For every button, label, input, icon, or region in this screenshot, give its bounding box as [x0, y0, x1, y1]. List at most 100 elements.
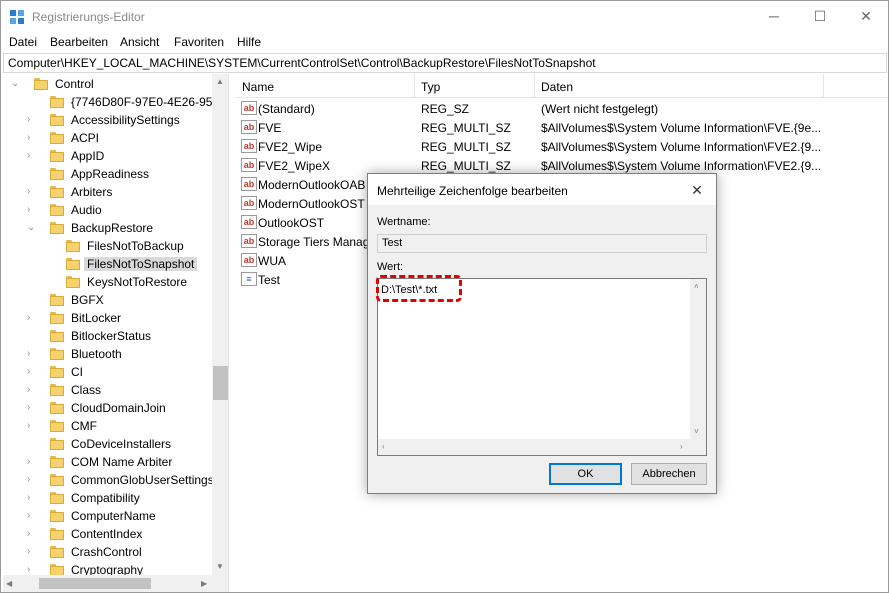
value-data-textarea[interactable]: D:\Test\*.txt ˄ ˅ ‹ ›	[377, 278, 707, 456]
expand-arrow-icon[interactable]: ›	[27, 528, 30, 539]
tree-vertical-scrollbar[interactable]: ▲ ▼	[212, 74, 228, 592]
tree-item-label: ComputerName	[71, 509, 156, 523]
tree-item-label: Bluetooth	[71, 347, 122, 361]
column-divider[interactable]	[823, 74, 824, 98]
tree-item[interactable]: › AccessibilitySettings	[3, 111, 213, 129]
tree-item-label: BitLocker	[71, 311, 122, 325]
key-tree[interactable]: ⌄ Control {7746D80F-97E0-4E26-9543 › Accessi…	[3, 74, 229, 592]
textarea-horizontal-scrollbar[interactable]: ‹ ›	[378, 439, 690, 455]
collapse-arrow-icon[interactable]: ⌄	[27, 222, 35, 233]
tree-item[interactable]: › Audio	[3, 201, 213, 219]
folder-icon	[34, 78, 48, 90]
expand-arrow-icon[interactable]: ›	[27, 492, 30, 503]
expand-arrow-icon[interactable]: ›	[27, 420, 30, 431]
textarea-vertical-scrollbar[interactable]: ˄ ˅	[690, 279, 706, 439]
tree-item[interactable]: › Arbiters	[3, 183, 213, 201]
scroll-up-icon[interactable]: ▲	[216, 77, 224, 86]
tree-item[interactable]: {7746D80F-97E0-4E26-9543	[3, 93, 226, 111]
expand-arrow-icon[interactable]: ›	[27, 186, 30, 197]
menu-bearbeiten[interactable]: Bearbeiten	[50, 35, 108, 49]
expand-arrow-icon[interactable]: ›	[27, 474, 30, 485]
expand-arrow-icon[interactable]: ›	[27, 348, 30, 359]
cancel-button[interactable]: Abbrechen	[631, 463, 707, 485]
tree-item[interactable]: › CMF	[3, 417, 213, 435]
close-button[interactable]: ✕	[843, 1, 889, 31]
scroll-right-icon[interactable]: ›	[680, 442, 683, 451]
ok-button[interactable]: OK	[549, 463, 622, 485]
value-name-cell: ModernOutlookOST	[258, 197, 365, 211]
tree-item[interactable]: AppReadiness	[3, 165, 213, 183]
folder-icon	[50, 114, 64, 126]
column-type[interactable]: Typ	[421, 80, 440, 94]
tree-horizontal-thumb[interactable]	[39, 578, 151, 589]
tree-item[interactable]: FilesNotToBackup	[3, 237, 213, 255]
tree-item[interactable]: BitlockerStatus	[3, 327, 213, 345]
tree-item[interactable]: › Bluetooth	[3, 345, 213, 363]
column-data[interactable]: Daten	[541, 80, 573, 94]
expand-arrow-icon[interactable]: ›	[27, 150, 30, 161]
tree-item[interactable]: FilesNotToSnapshot	[3, 255, 213, 273]
tree-item-label: CrashControl	[71, 545, 142, 559]
tree-item[interactable]: › ACPI	[3, 129, 213, 147]
tree-item[interactable]: KeysNotToRestore	[3, 273, 213, 291]
expand-arrow-icon[interactable]: ›	[27, 204, 30, 215]
expand-arrow-icon[interactable]: ›	[27, 366, 30, 377]
tree-item[interactable]: › CrashControl	[3, 543, 213, 561]
tree-item[interactable]: › BitLocker	[3, 309, 213, 327]
tree-item-label: FilesNotToBackup	[87, 239, 184, 253]
tree-item[interactable]: › AppID	[3, 147, 213, 165]
value-name-field: Test	[377, 234, 707, 253]
menu-ansicht[interactable]: Ansicht	[120, 35, 159, 49]
value-row[interactable]: ab (Standard) REG_SZ (Wert nicht festgelegt…	[235, 99, 888, 118]
scroll-left-icon[interactable]: ◀	[6, 579, 12, 588]
value-data-cell: (Wert nicht festgelegt)	[541, 102, 659, 116]
registry-app-icon	[10, 10, 24, 24]
tree-item[interactable]: CoDeviceInstallers	[3, 435, 213, 453]
folder-icon	[50, 420, 64, 432]
column-name[interactable]: Name	[242, 80, 274, 94]
collapse-arrow-icon[interactable]: ⌄	[11, 78, 19, 89]
tree-vertical-thumb[interactable]	[213, 366, 228, 400]
scroll-down-icon[interactable]: ˅	[694, 427, 699, 436]
tree-item-label: ACPI	[71, 131, 100, 145]
value-row[interactable]: ab FVE2_Wipe REG_MULTI_SZ $AllVolumes$\Syst…	[235, 137, 888, 156]
tree-item[interactable]: › COM Name Arbiter	[3, 453, 213, 471]
expand-arrow-icon[interactable]: ›	[27, 114, 30, 125]
tree-item-label: BitlockerStatus	[71, 329, 152, 343]
tree-item[interactable]: ⌄ Control	[3, 75, 213, 93]
scroll-up-icon[interactable]: ˄	[694, 282, 699, 291]
column-divider[interactable]	[414, 74, 415, 98]
tree-item[interactable]: › CloudDomainJoin	[3, 399, 213, 417]
column-divider[interactable]	[534, 74, 535, 98]
title-bar[interactable]: Registrierungs-Editor ─ ☐ ✕	[1, 1, 888, 33]
menu-favoriten[interactable]: Favoriten	[174, 35, 224, 49]
tree-item[interactable]: › ComputerName	[3, 507, 213, 525]
expand-arrow-icon[interactable]: ›	[27, 510, 30, 521]
expand-arrow-icon[interactable]: ›	[27, 384, 30, 395]
tree-item[interactable]: ⌄ BackupRestore	[3, 219, 213, 237]
value-row[interactable]: ab FVE REG_MULTI_SZ $AllVolumes$\System Vol…	[235, 118, 888, 137]
tree-item-label: Audio	[71, 203, 102, 217]
expand-arrow-icon[interactable]: ›	[27, 402, 30, 413]
expand-arrow-icon[interactable]: ›	[27, 312, 30, 323]
tree-item[interactable]: › ContentIndex	[3, 525, 213, 543]
dialog-title-bar[interactable]: Mehrteilige Zeichenfolge bearbeiten ✕	[368, 174, 716, 205]
expand-arrow-icon[interactable]: ›	[27, 564, 30, 575]
tree-item[interactable]: › CommonGlobUserSettings	[3, 471, 214, 489]
tree-item[interactable]: › Class	[3, 381, 213, 399]
tree-item[interactable]: BGFX	[3, 291, 213, 309]
tree-item[interactable]: › CI	[3, 363, 213, 381]
minimize-button[interactable]: ─	[751, 1, 797, 31]
maximize-button[interactable]: ☐	[797, 1, 843, 31]
scroll-left-icon[interactable]: ‹	[382, 442, 385, 451]
dialog-close-icon[interactable]: ✕	[685, 179, 709, 201]
scroll-down-icon[interactable]: ▼	[216, 562, 224, 571]
scroll-right-icon[interactable]: ▶	[201, 579, 207, 588]
menu-datei[interactable]: Datei	[9, 35, 37, 49]
expand-arrow-icon[interactable]: ›	[27, 132, 30, 143]
tree-item[interactable]: › Compatibility	[3, 489, 213, 507]
expand-arrow-icon[interactable]: ›	[27, 456, 30, 467]
address-bar[interactable]: Computer\HKEY_LOCAL_MACHINE\SYSTEM\Curre…	[3, 53, 887, 73]
expand-arrow-icon[interactable]: ›	[27, 546, 30, 557]
menu-hilfe[interactable]: Hilfe	[237, 35, 261, 49]
